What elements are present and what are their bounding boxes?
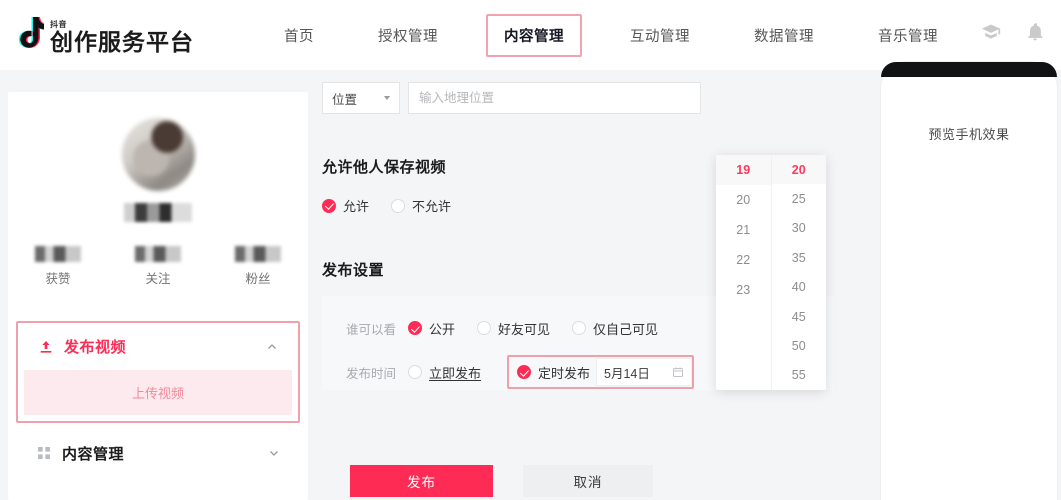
radio-visibility-private-label: 仅自己可见 — [593, 321, 659, 337]
stat-following-label: 关注 — [145, 272, 171, 286]
time-picker-minute-option[interactable]: 25 — [772, 184, 827, 213]
radio-unchecked-icon — [572, 321, 587, 335]
radio-visibility-private[interactable]: 仅自己可见 — [572, 319, 658, 338]
graduation-cap-icon[interactable] — [981, 22, 1001, 42]
page-root: 抖音 创作服务平台 首页 授权管理 内容管理 互动管理 数据管理 音乐管理 获赞… — [0, 0, 1061, 500]
stat-likes: 获赞 — [8, 246, 108, 287]
radio-publish-now[interactable]: 立即发布 — [408, 363, 481, 382]
stat-followers-value-redacted — [235, 246, 281, 262]
nav-item-authorization[interactable]: 授权管理 — [362, 16, 454, 55]
time-picker-hour-option[interactable]: 19 — [716, 155, 771, 185]
radio-allow-save-yes-label: 允许 — [343, 199, 370, 214]
radio-allow-save-no[interactable]: 不允许 — [391, 196, 451, 215]
brand-title: 创作服务平台 — [50, 29, 194, 55]
time-picker-minute-option[interactable]: 35 — [772, 243, 827, 272]
nav-item-music-management[interactable]: 音乐管理 — [862, 16, 954, 55]
time-picker-dropdown: 19 20 21 22 23 20 25 30 35 40 45 50 55 — [716, 155, 826, 390]
visibility-label: 谁可以看 — [346, 322, 397, 337]
radio-checked-icon — [517, 365, 532, 379]
avatar[interactable] — [121, 118, 195, 191]
time-picker-hours-column: 19 20 21 22 23 — [716, 155, 771, 390]
location-type-select-value: 位置 — [332, 92, 358, 107]
stat-followers-label: 粉丝 — [245, 272, 271, 286]
time-picker-minute-option[interactable]: 30 — [772, 214, 827, 243]
publish-time-label: 发布时间 — [346, 366, 397, 381]
radio-visibility-friends[interactable]: 好友可见 — [477, 319, 550, 338]
nav-item-content-management[interactable]: 内容管理 — [486, 13, 582, 57]
radio-allow-save-no-label: 不允许 — [412, 199, 452, 214]
chevron-down-icon — [384, 96, 390, 100]
radio-checked-icon — [408, 321, 422, 335]
sidebar-item-publish-video-label: 发布视频 — [64, 339, 127, 356]
time-picker-hour-option[interactable]: 20 — [716, 185, 771, 215]
phone-preview-label: 预览手机效果 — [928, 127, 1010, 142]
stat-following: 关注 — [108, 246, 208, 287]
time-picker-minute-option[interactable]: 20 — [771, 155, 826, 185]
main-nav: 首页 授权管理 内容管理 互动管理 数据管理 音乐管理 — [268, 13, 954, 57]
stat-followers: 粉丝 — [208, 246, 308, 287]
header-icon-group — [981, 22, 1045, 42]
time-picker-hour-option[interactable]: 22 — [716, 245, 771, 275]
radio-publish-scheduled-label: 定时发布 — [538, 365, 591, 381]
app-header: 抖音 创作服务平台 首页 授权管理 内容管理 互动管理 数据管理 音乐管理 — [0, 0, 1061, 70]
radio-publish-now-label: 立即发布 — [429, 365, 482, 381]
radio-publish-scheduled[interactable]: 定时发布 — [517, 363, 590, 382]
time-picker-minute-option[interactable]: 50 — [772, 331, 827, 360]
scheduled-date-value: 5月14日 — [604, 366, 650, 381]
cancel-button[interactable]: 取消 — [523, 465, 653, 497]
radio-unchecked-icon — [391, 198, 406, 213]
radio-visibility-friends-label: 好友可见 — [498, 321, 551, 337]
upload-icon — [40, 340, 52, 353]
location-row: 位置 — [322, 82, 882, 114]
nav-item-home[interactable]: 首页 — [268, 16, 330, 55]
stat-following-value-redacted — [135, 246, 181, 262]
publish-button[interactable]: 发布 — [350, 465, 493, 497]
sidebar: 获赞 关注 粉丝 发布视频 上传视频 内容管理 — [8, 92, 308, 500]
brand-subtitle: 抖音 — [50, 20, 67, 29]
radio-unchecked-icon — [477, 321, 492, 335]
time-picker-minute-option[interactable]: 55 — [772, 361, 827, 390]
douyin-note-icon — [10, 16, 44, 54]
time-picker-hour-option[interactable]: 21 — [716, 215, 771, 245]
profile-section: 获赞 关注 粉丝 — [8, 92, 308, 287]
stat-likes-value-redacted — [35, 246, 81, 262]
time-picker-hour-option[interactable]: 23 — [716, 275, 771, 305]
phone-frame-top — [881, 62, 1057, 77]
radio-allow-save-yes[interactable]: 允许 — [322, 196, 369, 215]
sidebar-menu: 发布视频 上传视频 内容管理 — [8, 321, 308, 477]
sidebar-item-content-management-label: 内容管理 — [62, 445, 125, 463]
radio-visibility-public-label: 公开 — [429, 321, 456, 337]
scheduled-publish-highlight: 定时发布 5月14日 — [507, 355, 695, 389]
stat-likes-label: 获赞 — [45, 272, 71, 286]
chevron-up-icon[interactable] — [266, 341, 278, 353]
time-picker-minutes-column: 20 25 30 35 40 45 50 55 — [770, 155, 827, 390]
chevron-down-icon[interactable] — [268, 447, 280, 459]
calendar-icon[interactable] — [672, 366, 684, 378]
sidebar-item-content-management[interactable]: 内容管理 — [16, 429, 300, 477]
sidebar-group-publish-video: 发布视频 上传视频 — [16, 321, 300, 423]
username-redacted — [124, 203, 192, 222]
nav-item-data-management[interactable]: 数据管理 — [738, 16, 830, 55]
phone-preview: 预览手机效果 — [881, 62, 1057, 500]
sidebar-item-publish-video[interactable]: 发布视频 — [18, 323, 298, 370]
radio-checked-icon — [322, 198, 336, 213]
location-input[interactable] — [408, 82, 701, 114]
nav-item-interaction-management[interactable]: 互动管理 — [614, 16, 706, 55]
grid-icon — [38, 447, 50, 459]
sidebar-subitem-upload-video[interactable]: 上传视频 — [24, 370, 292, 415]
bell-icon[interactable] — [1025, 22, 1045, 42]
radio-unchecked-icon — [408, 365, 422, 379]
brand-logo[interactable]: 抖音 创作服务平台 — [10, 16, 194, 54]
scheduled-date-field[interactable]: 5月14日 — [596, 358, 693, 386]
form-actions: 发布 取消 — [350, 465, 653, 497]
time-picker-minute-option[interactable]: 40 — [772, 273, 827, 302]
time-picker-minute-option[interactable]: 45 — [772, 302, 827, 331]
radio-visibility-public[interactable]: 公开 — [408, 319, 455, 338]
profile-stats: 获赞 关注 粉丝 — [8, 246, 308, 287]
location-type-select[interactable]: 位置 — [322, 82, 400, 114]
